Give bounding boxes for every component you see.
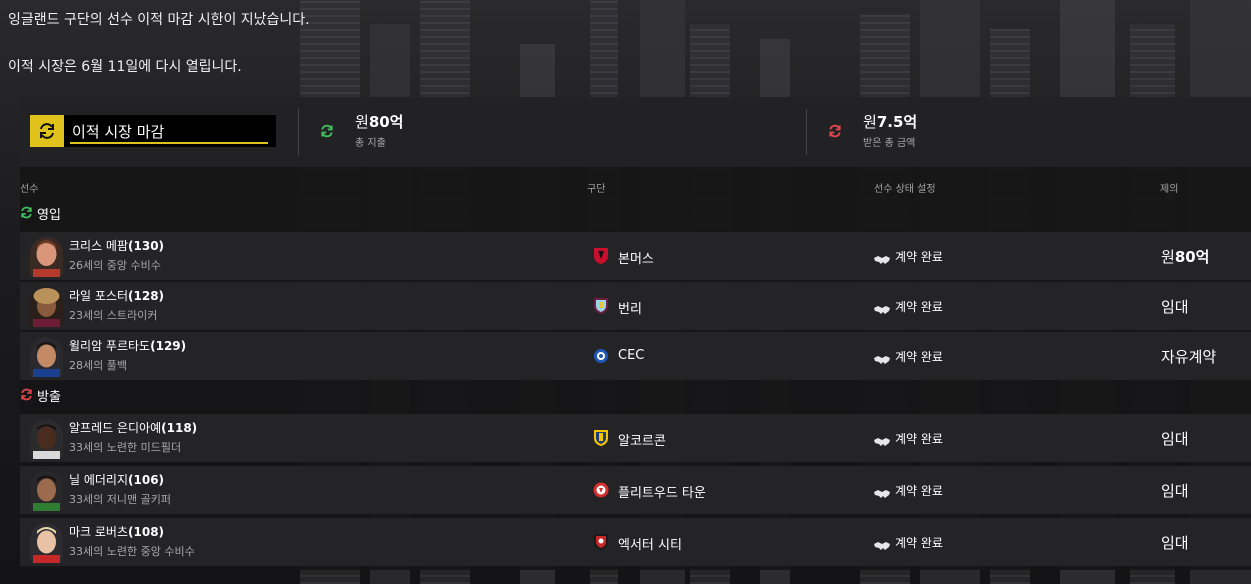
column-header-player[interactable]: 선수 <box>20 180 38 195</box>
handshake-icon <box>874 432 890 451</box>
handshake-icon <box>874 484 890 503</box>
reopen-notice: 이적 시장은 6월 11일에 다시 열립니다. <box>8 59 242 75</box>
player-avatar <box>30 471 63 511</box>
status-underline <box>70 142 268 144</box>
contract-status: 계약 완료 <box>895 250 943 264</box>
player-name[interactable]: 윌리암 푸르타도(129) <box>69 337 186 354</box>
player-avatar <box>30 419 63 459</box>
player-description: 33세의 노련한 미드필더 <box>69 441 182 454</box>
contract-status: 계약 완료 <box>895 484 943 498</box>
club-crest-icon <box>593 429 609 447</box>
transfer-fee: 임대 <box>1161 534 1189 552</box>
transfer-fee: 임대 <box>1161 482 1189 500</box>
table-row[interactable]: 윌리암 푸르타도(129) 28세의 풀백 CEC 계약 완료 자유계약 <box>20 332 1251 380</box>
club-name[interactable]: 플리트우드 타운 <box>618 482 706 501</box>
total-spent-label: 총 지출 <box>355 138 386 149</box>
transfer-arrows-icon <box>30 115 64 147</box>
player-description: 26세의 중앙 수비수 <box>69 259 161 272</box>
total-received-amount: 원7.5억 <box>863 113 918 131</box>
total-received-label: 받은 총 금액 <box>863 138 916 149</box>
section-title-incoming: 영입 <box>37 207 61 223</box>
transfer-window-status[interactable]: 이적 시장 마감 <box>30 115 276 147</box>
table-row[interactable]: 크리스 메팜(130) 26세의 중앙 수비수 본머스 계약 완료 원80억 <box>20 232 1251 280</box>
player-avatar <box>30 523 63 563</box>
transfer-summary-panel: 이적 시장 마감 원80억 총 지출 원7.5억 받은 총 금액 선수 구단 선… <box>20 97 1251 570</box>
table-row[interactable]: 알프레드 은디아예(118) 33세의 노련한 미드필더 알코르콘 계약 완료 … <box>20 414 1251 462</box>
transfer-window-status-label: 이적 시장 마감 <box>72 123 165 141</box>
club-name[interactable]: 본머스 <box>618 248 654 267</box>
transfer-fee: 임대 <box>1161 430 1189 448</box>
handshake-icon <box>874 250 890 269</box>
table-row[interactable]: 닐 에더리지(106) 33세의 저니맨 골키퍼 플리트우드 타운 계약 완료 … <box>20 466 1251 514</box>
handshake-icon <box>874 350 890 369</box>
summary-divider <box>298 109 299 155</box>
summary-bar: 이적 시장 마감 원80억 총 지출 원7.5억 받은 총 금액 <box>20 97 1251 167</box>
section-header-outgoing: 방출 <box>20 383 61 407</box>
contract-status: 계약 완료 <box>895 536 943 550</box>
total-spent-amount: 원80억 <box>355 113 404 131</box>
player-description: 28세의 풀백 <box>69 359 127 372</box>
club-crest-icon <box>593 533 609 551</box>
transfer-fee: 자유계약 <box>1161 348 1217 366</box>
contract-status: 계약 완료 <box>895 300 943 314</box>
club-name[interactable]: CEC <box>618 348 644 363</box>
summary-divider <box>806 109 807 155</box>
column-header-offer[interactable]: 제의 <box>1160 180 1178 195</box>
player-name[interactable]: 크리스 메팜(130) <box>69 237 164 254</box>
club-crest-icon <box>593 297 609 315</box>
handshake-icon <box>874 300 890 319</box>
column-header-status[interactable]: 선수 상태 설정 <box>874 180 936 195</box>
player-description: 23세의 스트라이커 <box>69 309 158 322</box>
club-crest-icon <box>593 347 609 365</box>
player-avatar <box>30 237 63 277</box>
player-description: 33세의 저니맨 골키퍼 <box>69 493 171 506</box>
club-crest-icon <box>593 247 609 265</box>
handshake-icon <box>874 536 890 555</box>
section-title-outgoing: 방출 <box>37 389 61 405</box>
club-crest-icon <box>593 481 609 499</box>
table-row[interactable]: 마크 로버츠(108) 33세의 노련한 중앙 수비수 엑서터 시티 계약 완료… <box>20 518 1251 566</box>
transfer-fee: 임대 <box>1161 298 1189 316</box>
club-name[interactable]: 번리 <box>618 298 642 317</box>
transfer-fee: 원80억 <box>1161 248 1210 266</box>
player-name[interactable]: 라일 포스터(128) <box>69 287 164 304</box>
transfer-arrows-green-icon <box>320 123 334 142</box>
table-row[interactable]: 라일 포스터(128) 23세의 스트라이커 번리 계약 완료 임대 <box>20 282 1251 330</box>
transfer-arrows-red-icon <box>20 386 33 405</box>
contract-status: 계약 완료 <box>895 350 943 364</box>
deadline-notice: 잉글랜드 구단의 선수 이적 마감 시한이 지났습니다. <box>8 12 310 28</box>
column-header-club[interactable]: 구단 <box>587 180 605 195</box>
player-name[interactable]: 마크 로버츠(108) <box>69 523 164 540</box>
contract-status: 계약 완료 <box>895 432 943 446</box>
club-name[interactable]: 엑서터 시티 <box>618 534 682 553</box>
transfer-arrows-green-icon <box>20 204 33 223</box>
section-header-incoming: 영입 <box>20 201 61 225</box>
transfer-arrows-red-icon <box>828 123 842 142</box>
player-avatar <box>30 337 63 377</box>
player-name[interactable]: 알프레드 은디아예(118) <box>69 419 197 436</box>
player-description: 33세의 노련한 중앙 수비수 <box>69 545 195 558</box>
player-name[interactable]: 닐 에더리지(106) <box>69 471 164 488</box>
player-avatar <box>30 287 63 327</box>
club-name[interactable]: 알코르콘 <box>618 430 666 449</box>
